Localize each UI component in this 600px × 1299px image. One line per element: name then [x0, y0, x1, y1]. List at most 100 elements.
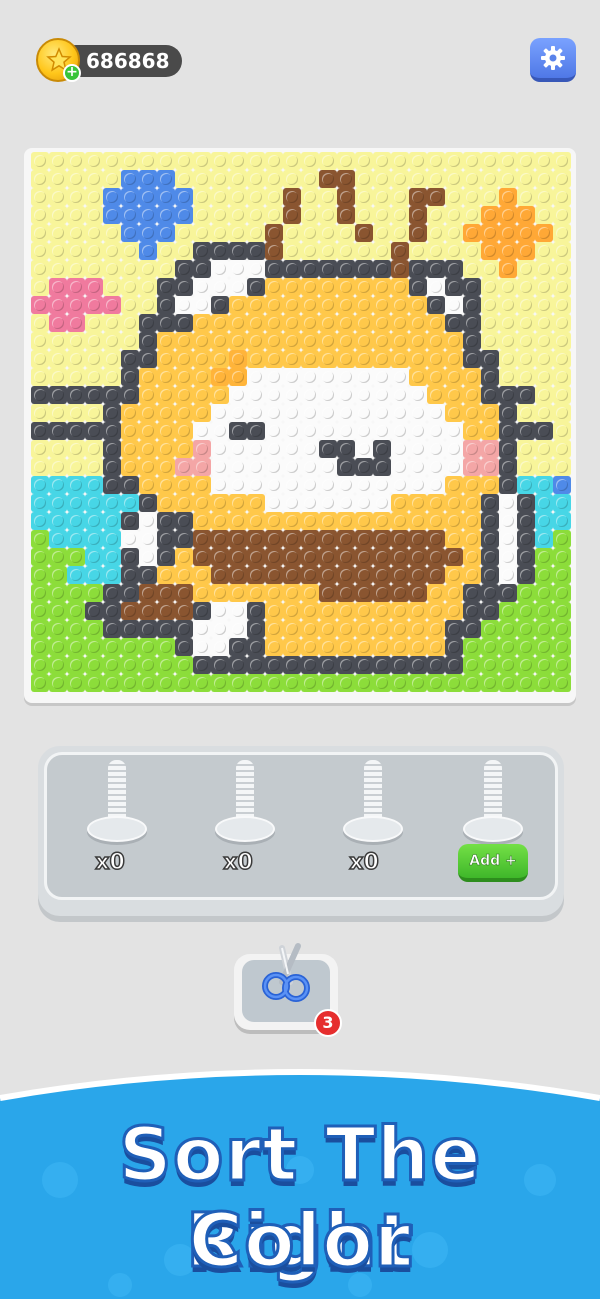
- brick-cell[interactable]: [337, 656, 355, 674]
- brick-cell[interactable]: [103, 422, 121, 440]
- brick-cell[interactable]: [427, 152, 445, 170]
- brick-cell[interactable]: [355, 368, 373, 386]
- brick-cell[interactable]: [535, 638, 553, 656]
- brick-cell[interactable]: [301, 368, 319, 386]
- brick-cell[interactable]: [499, 368, 517, 386]
- brick-cell[interactable]: [409, 512, 427, 530]
- brick-cell[interactable]: [499, 314, 517, 332]
- brick-cell[interactable]: [31, 494, 49, 512]
- brick-cell[interactable]: [193, 206, 211, 224]
- brick-cell[interactable]: [175, 224, 193, 242]
- brick-cell[interactable]: [265, 638, 283, 656]
- brick-cell[interactable]: [31, 242, 49, 260]
- brick-cell[interactable]: [409, 638, 427, 656]
- brick-cell[interactable]: [67, 530, 85, 548]
- brick-cell[interactable]: [283, 386, 301, 404]
- brick-cell[interactable]: [67, 566, 85, 584]
- brick-cell[interactable]: [283, 674, 301, 692]
- brick-cell[interactable]: [553, 332, 571, 350]
- brick-cell[interactable]: [373, 620, 391, 638]
- brick-cell[interactable]: [517, 296, 535, 314]
- brick-cell[interactable]: [175, 440, 193, 458]
- brick-cell[interactable]: [391, 674, 409, 692]
- brick-cell[interactable]: [247, 368, 265, 386]
- brick-cell[interactable]: [445, 224, 463, 242]
- brick-cell[interactable]: [391, 638, 409, 656]
- brick-cell[interactable]: [427, 170, 445, 188]
- brick-cell[interactable]: [247, 224, 265, 242]
- brick-cell[interactable]: [85, 584, 103, 602]
- brick-cell[interactable]: [283, 278, 301, 296]
- brick-cell[interactable]: [283, 314, 301, 332]
- brick-cell[interactable]: [157, 584, 175, 602]
- brick-cell[interactable]: [427, 404, 445, 422]
- brick-cell[interactable]: [337, 224, 355, 242]
- brick-cell[interactable]: [157, 386, 175, 404]
- brick-cell[interactable]: [85, 548, 103, 566]
- brick-cell[interactable]: [175, 368, 193, 386]
- brick-cell[interactable]: [319, 404, 337, 422]
- brick-cell[interactable]: [31, 188, 49, 206]
- brick-cell[interactable]: [499, 548, 517, 566]
- brick-cell[interactable]: [229, 548, 247, 566]
- brick-cell[interactable]: [553, 278, 571, 296]
- brick-cell[interactable]: [175, 332, 193, 350]
- brick-cell[interactable]: [445, 548, 463, 566]
- brick-cell[interactable]: [247, 674, 265, 692]
- brick-cell[interactable]: [49, 404, 67, 422]
- brick-cell[interactable]: [427, 350, 445, 368]
- brick-cell[interactable]: [85, 638, 103, 656]
- brick-cell[interactable]: [463, 152, 481, 170]
- brick-cell[interactable]: [103, 296, 121, 314]
- brick-cell[interactable]: [355, 620, 373, 638]
- brick-cell[interactable]: [481, 458, 499, 476]
- brick-cell[interactable]: [427, 548, 445, 566]
- brick-cell[interactable]: [265, 296, 283, 314]
- brick-cell[interactable]: [49, 548, 67, 566]
- brick-cell[interactable]: [499, 242, 517, 260]
- brick-cell[interactable]: [31, 350, 49, 368]
- brick-cell[interactable]: [283, 152, 301, 170]
- brick-cell[interactable]: [103, 386, 121, 404]
- brick-cell[interactable]: [211, 152, 229, 170]
- brick-cell[interactable]: [427, 512, 445, 530]
- brick-cell[interactable]: [31, 530, 49, 548]
- brick-cell[interactable]: [139, 548, 157, 566]
- brick-cell[interactable]: [463, 584, 481, 602]
- brick-cell[interactable]: [319, 584, 337, 602]
- brick-cell[interactable]: [31, 584, 49, 602]
- brick-cell[interactable]: [139, 620, 157, 638]
- brick-cell[interactable]: [301, 278, 319, 296]
- brick-cell[interactable]: [499, 440, 517, 458]
- brick-cell[interactable]: [391, 440, 409, 458]
- brick-cell[interactable]: [391, 530, 409, 548]
- brick-cell[interactable]: [481, 602, 499, 620]
- brick-cell[interactable]: [121, 242, 139, 260]
- brick-cell[interactable]: [283, 476, 301, 494]
- brick-cell[interactable]: [139, 224, 157, 242]
- brick-cell[interactable]: [499, 170, 517, 188]
- brick-cell[interactable]: [355, 188, 373, 206]
- brick-cell[interactable]: [139, 332, 157, 350]
- brick-cell[interactable]: [427, 224, 445, 242]
- brick-cell[interactable]: [319, 458, 337, 476]
- brick-cell[interactable]: [517, 530, 535, 548]
- brick-cell[interactable]: [553, 584, 571, 602]
- brick-cell[interactable]: [283, 206, 301, 224]
- brick-cell[interactable]: [499, 350, 517, 368]
- brick-cell[interactable]: [283, 602, 301, 620]
- add-coins-button[interactable]: +: [63, 64, 81, 82]
- brick-cell[interactable]: [193, 458, 211, 476]
- brick-cell[interactable]: [481, 512, 499, 530]
- brick-cell[interactable]: [463, 170, 481, 188]
- brick-cell[interactable]: [481, 260, 499, 278]
- brick-cell[interactable]: [49, 296, 67, 314]
- brick-cell[interactable]: [553, 206, 571, 224]
- brick-cell[interactable]: [517, 188, 535, 206]
- brick-cell[interactable]: [445, 206, 463, 224]
- brick-cell[interactable]: [319, 278, 337, 296]
- brick-cell[interactable]: [85, 242, 103, 260]
- brick-cell[interactable]: [193, 494, 211, 512]
- brick-cell[interactable]: [391, 566, 409, 584]
- brick-cell[interactable]: [121, 530, 139, 548]
